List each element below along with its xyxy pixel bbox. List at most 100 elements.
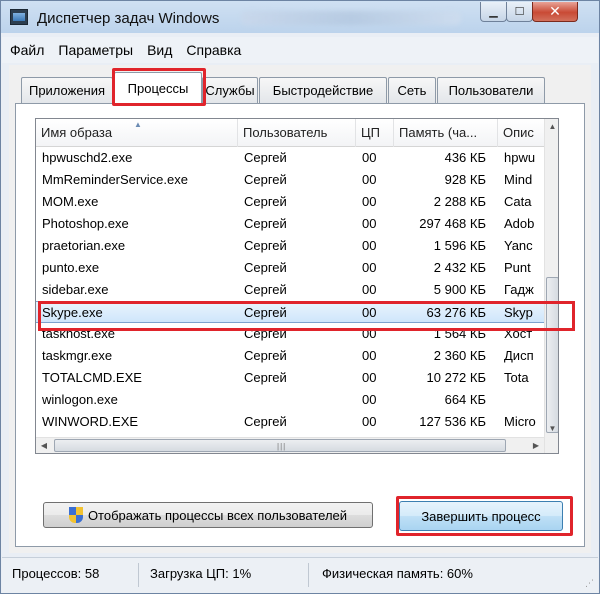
tab-users[interactable]: Пользователи bbox=[437, 77, 545, 103]
column-cpu[interactable]: ЦП bbox=[356, 119, 394, 147]
cell-user: Сергей bbox=[244, 216, 287, 231]
tab-network[interactable]: Сеть bbox=[388, 77, 436, 103]
column-description[interactable]: Опис bbox=[498, 119, 544, 147]
horizontal-scrollbar[interactable]: ◀ ||| ▶ bbox=[36, 437, 544, 453]
cell-image-name: winlogon.exe bbox=[42, 392, 118, 407]
vertical-scrollbar[interactable]: ▲ ▼ bbox=[544, 119, 558, 453]
cell-memory: 10 272 КБ bbox=[426, 370, 486, 385]
cell-description: Yanc bbox=[504, 238, 533, 253]
cell-image-name: taskmgr.exe bbox=[42, 348, 113, 363]
table-row[interactable]: winlogon.exe 00 664 КБ bbox=[36, 389, 544, 411]
status-bar: Процессов: 58 Загрузка ЦП: 1% Физическая… bbox=[2, 557, 598, 593]
tab-services[interactable]: Службы bbox=[202, 77, 258, 103]
status-processes: Процессов: 58 bbox=[12, 566, 100, 581]
cell-memory: 436 КБ bbox=[444, 150, 486, 165]
table-row[interactable]: taskmgr.exe Сергей 00 2 360 КБ Дисп bbox=[36, 345, 544, 367]
menu-view[interactable]: Вид bbox=[147, 42, 172, 58]
menu-help[interactable]: Справка bbox=[186, 42, 241, 58]
tab-performance[interactable]: Быстродействие bbox=[259, 77, 387, 103]
cell-description: hpwu bbox=[504, 150, 536, 165]
cell-memory: 1 596 КБ bbox=[433, 238, 486, 253]
cell-user bbox=[244, 389, 354, 411]
cell-user: Сергей bbox=[244, 282, 287, 297]
maximize-button[interactable]: ☐ bbox=[506, 2, 533, 22]
scroll-down-icon[interactable]: ▼ bbox=[545, 421, 558, 437]
sort-up-icon: ▲ bbox=[134, 120, 142, 129]
cell-memory: 2 288 КБ bbox=[433, 194, 486, 209]
title-bar[interactable]: Диспетчер задач Windows ▁ ☐ ✕ bbox=[1, 1, 599, 35]
blurred-title-area bbox=[241, 11, 461, 25]
cell-description: Adob bbox=[504, 216, 535, 231]
menu-bar: Файл Параметры Вид Справка bbox=[2, 37, 598, 63]
cell-user: Сергей bbox=[244, 414, 287, 429]
cell-user: Сергей bbox=[244, 370, 287, 385]
cell-image-name: punto.exe bbox=[42, 260, 100, 275]
cell-memory: 664 КБ bbox=[444, 392, 486, 407]
cell-description bbox=[504, 389, 544, 411]
table-row[interactable]: sidebar.exe Сергей 00 5 900 КБ Гадж bbox=[36, 279, 544, 301]
process-list[interactable]: Имя образа ▲ Пользователь ЦП Память (ча.… bbox=[35, 118, 559, 454]
table-row[interactable]: punto.exe Сергей 00 2 432 КБ Punt bbox=[36, 257, 544, 279]
cell-image-name: MOM.exe bbox=[42, 194, 99, 209]
cell-image-name: sidebar.exe bbox=[42, 282, 109, 297]
status-memory: Физическая память: 60% bbox=[322, 566, 473, 581]
menu-file[interactable]: Файл bbox=[10, 42, 44, 58]
table-row[interactable]: TOTALCMD.EXE Сергей 00 10 272 КБ Tota bbox=[36, 367, 544, 389]
show-all-users-button[interactable]: Отображать процессы всех пользователей bbox=[43, 502, 373, 528]
cell-memory: 297 468 КБ bbox=[419, 216, 486, 231]
tab-highlight-frame bbox=[112, 68, 206, 106]
end-process-highlight-frame bbox=[396, 496, 573, 536]
selected-row-highlight-frame bbox=[38, 301, 575, 331]
minimize-button[interactable]: ▁ bbox=[480, 2, 507, 22]
table-row[interactable]: Photoshop.exe Сергей 00 297 468 КБ Adob bbox=[36, 213, 544, 235]
table-row[interactable]: MOM.exe Сергей 00 2 288 КБ Cata bbox=[36, 191, 544, 213]
tab-applications[interactable]: Приложения bbox=[21, 77, 113, 103]
close-icon: ✕ bbox=[549, 3, 561, 19]
scroll-up-icon[interactable]: ▲ bbox=[545, 119, 558, 135]
menu-options[interactable]: Параметры bbox=[58, 42, 133, 58]
show-all-users-label: Отображать процессы всех пользователей bbox=[87, 507, 348, 523]
task-manager-window: Диспетчер задач Windows ▁ ☐ ✕ Файл Парам… bbox=[0, 0, 600, 594]
cell-user: Сергей bbox=[244, 238, 287, 253]
cell-memory: 928 КБ bbox=[444, 172, 486, 187]
close-button[interactable]: ✕ bbox=[532, 2, 578, 22]
minimize-icon: ▁ bbox=[489, 6, 498, 18]
status-divider bbox=[138, 563, 139, 587]
cell-description: Micro bbox=[504, 414, 536, 429]
window-title: Диспетчер задач Windows bbox=[37, 10, 220, 27]
task-manager-icon bbox=[10, 9, 28, 25]
cell-image-name: MmReminderService.exe bbox=[42, 172, 188, 187]
cell-user: Сергей bbox=[244, 348, 287, 363]
cell-description: Punt bbox=[504, 260, 531, 275]
size-grip-icon[interactable]: ⋰ bbox=[585, 578, 594, 589]
cell-user: Сергей bbox=[244, 150, 287, 165]
table-row[interactable]: MmReminderService.exe Сергей 00 928 КБ Mind bbox=[36, 169, 544, 191]
cell-memory: 5 900 КБ bbox=[433, 282, 486, 297]
cell-memory: 127 536 КБ bbox=[419, 414, 486, 429]
status-cpu: Загрузка ЦП: 1% bbox=[150, 566, 252, 581]
grip-icon: ||| bbox=[277, 442, 287, 451]
cell-image-name: WINWORD.EXE bbox=[42, 414, 139, 429]
cell-description: Mind bbox=[504, 172, 533, 187]
scroll-left-icon[interactable]: ◀ bbox=[36, 438, 52, 453]
uac-shield-icon bbox=[68, 507, 83, 523]
cell-description: Дисп bbox=[504, 348, 534, 363]
cell-image-name: praetorian.exe bbox=[42, 238, 126, 253]
cell-image-name: Photoshop.exe bbox=[42, 216, 129, 231]
table-row[interactable]: WINWORD.EXE Сергей 00 127 536 КБ Micro bbox=[36, 411, 544, 433]
cell-user: Сергей bbox=[244, 260, 287, 275]
cell-memory: 2 360 КБ bbox=[433, 348, 486, 363]
cell-user: Сергей bbox=[244, 172, 287, 187]
list-header: Имя образа ▲ Пользователь ЦП Память (ча.… bbox=[36, 119, 544, 147]
table-row[interactable]: hpwuschd2.exe Сергей 00 436 КБ hpwu bbox=[36, 147, 544, 169]
status-divider bbox=[308, 563, 309, 587]
scroll-right-icon[interactable]: ▶ bbox=[528, 438, 544, 453]
cell-image-name: hpwuschd2.exe bbox=[42, 150, 133, 165]
cell-description: Гадж bbox=[504, 282, 534, 297]
cell-image-name: TOTALCMD.EXE bbox=[42, 370, 142, 385]
cell-description: Cata bbox=[504, 194, 532, 209]
column-memory[interactable]: Память (ча... bbox=[394, 119, 498, 147]
column-user[interactable]: Пользователь bbox=[238, 119, 356, 147]
table-row[interactable]: praetorian.exe Сергей 00 1 596 КБ Yanc bbox=[36, 235, 544, 257]
horizontal-scroll-thumb[interactable]: ||| bbox=[54, 439, 506, 452]
